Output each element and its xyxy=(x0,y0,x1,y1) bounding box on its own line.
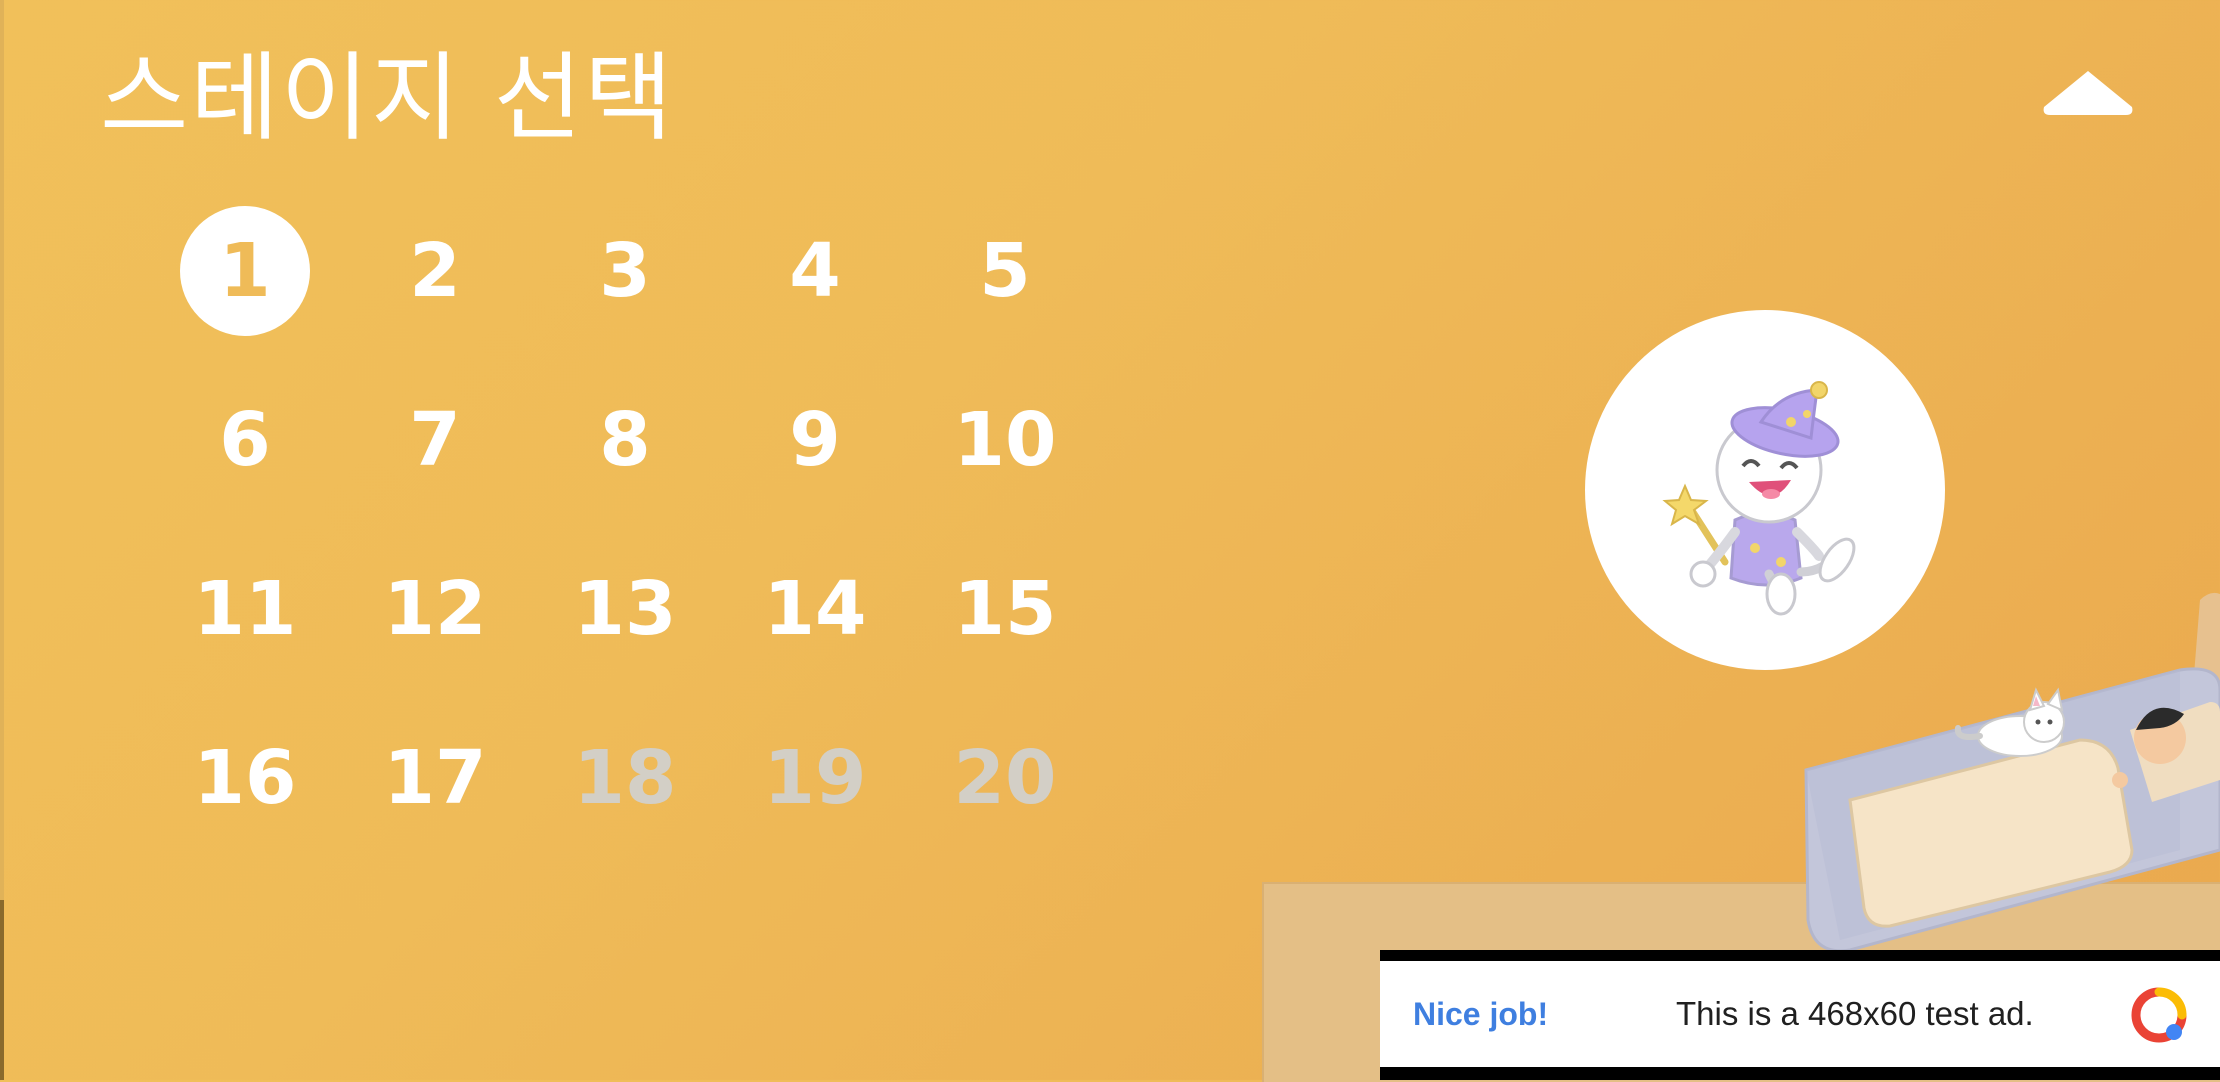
stage-button-10[interactable]: 10 xyxy=(940,375,1070,505)
ad-body-text[interactable]: This is a 468x60 test ad. xyxy=(1676,961,2034,1067)
ad-headline[interactable]: Nice job! xyxy=(1413,961,1548,1067)
stage-button-18: 18 xyxy=(573,735,677,821)
stage-button-3[interactable]: 3 xyxy=(560,206,690,336)
chevron-up-icon xyxy=(2043,71,2133,115)
stage-button-13[interactable]: 13 xyxy=(560,544,690,674)
stage-button-15[interactable]: 15 xyxy=(940,544,1070,674)
stage-button-16[interactable]: 16 xyxy=(180,713,310,843)
ad-choices-icon[interactable] xyxy=(2130,986,2188,1044)
stage-button-4[interactable]: 4 xyxy=(750,206,880,336)
stage-button-7[interactable]: 7 xyxy=(370,375,500,505)
stage-grid: 1 2 3 4 5 6 7 8 9 10 11 12 13 14 15 16 17 18 19 20 xyxy=(180,206,1070,843)
page-title: 스테이지 선택 xyxy=(100,42,675,154)
stage-button-2[interactable]: 2 xyxy=(370,206,500,336)
sleeping-child-icon xyxy=(1804,592,2220,953)
screen-edge-shadow xyxy=(0,900,4,1080)
stage-button-8[interactable]: 8 xyxy=(560,375,690,505)
ad-content[interactable]: Nice job! This is a 468x60 test ad. xyxy=(1380,961,2220,1067)
stage-button-20: 20 xyxy=(953,735,1057,821)
ad-banner[interactable]: Nice job! This is a 468x60 test ad. xyxy=(1380,950,2220,1080)
stage-button-6[interactable]: 6 xyxy=(180,375,310,505)
stage-button-14[interactable]: 14 xyxy=(750,544,880,674)
stage-button-9[interactable]: 9 xyxy=(750,375,880,505)
stage-button-11[interactable]: 11 xyxy=(180,544,310,674)
stage-button-17[interactable]: 17 xyxy=(370,713,500,843)
stage-button-12[interactable]: 12 xyxy=(370,544,500,674)
collapse-button[interactable] xyxy=(2036,58,2140,128)
bed-scene-illustration xyxy=(1780,590,2220,964)
stage-button-19: 19 xyxy=(763,735,867,821)
stage-button-1[interactable]: 1 xyxy=(180,206,310,336)
stage-button-5[interactable]: 5 xyxy=(940,206,1070,336)
